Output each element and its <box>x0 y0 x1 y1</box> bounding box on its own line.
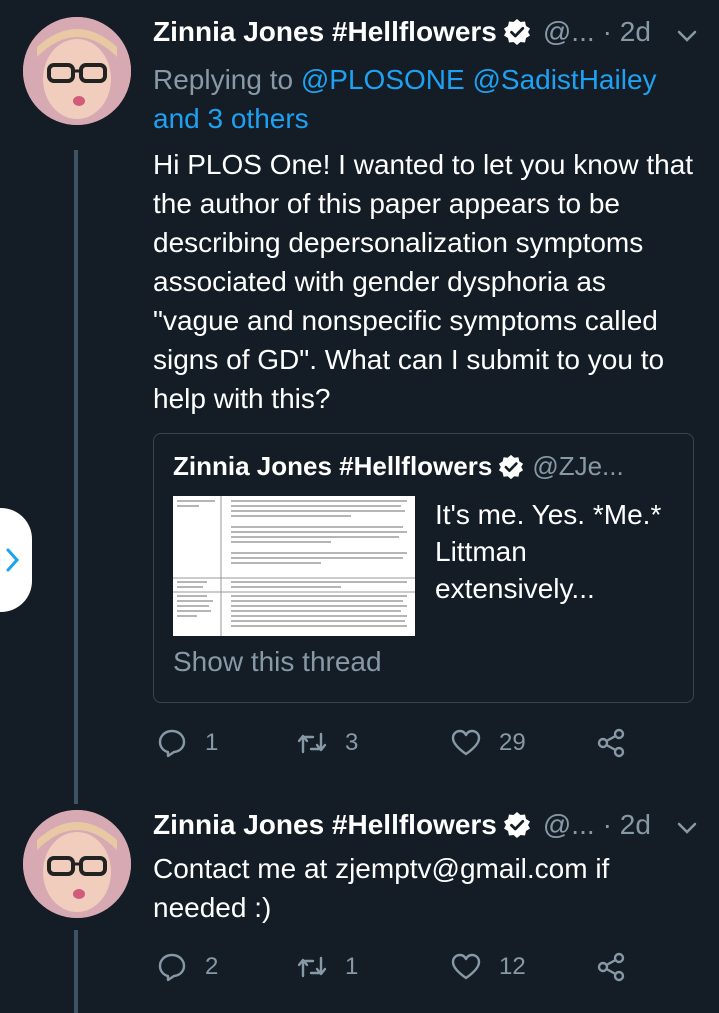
display-name[interactable]: Zinnia Jones #Hellflowers <box>153 809 497 841</box>
verified-icon <box>503 19 530 45</box>
avatar[interactable] <box>23 810 131 918</box>
show-thread-link[interactable]: Show this thread <box>173 646 382 678</box>
side-expand-tab[interactable] <box>0 508 32 612</box>
share-icon <box>597 728 625 758</box>
like-icon <box>451 953 481 980</box>
replying-to: Replying to @PLOSONE @SadistHailey and 3… <box>153 60 693 138</box>
tweet-header: Zinnia Jones #Hellflowers @... · 2d <box>153 807 651 843</box>
like-count: 29 <box>499 729 526 756</box>
timestamp[interactable]: · 2d <box>603 16 651 48</box>
verified-icon <box>499 454 524 479</box>
retweet-button[interactable]: 3 <box>297 728 358 758</box>
share-icon <box>597 952 625 982</box>
quoted-display-name: Zinnia Jones #Hellflowers <box>173 451 493 481</box>
like-button[interactable]: 29 <box>451 728 526 758</box>
retweet-icon <box>297 732 327 754</box>
quoted-tweet-header: Zinnia Jones #Hellflowers @ZJe... <box>173 451 624 482</box>
thread-line-bottom <box>74 930 78 1013</box>
chevron-right-icon <box>6 548 20 572</box>
retweet-button[interactable]: 1 <box>297 952 358 982</box>
avatar[interactable] <box>23 17 131 125</box>
like-icon <box>451 729 481 756</box>
mention-plosone[interactable]: @PLOSONE <box>301 64 465 95</box>
like-count: 12 <box>499 953 526 980</box>
reply-button[interactable]: 1 <box>157 728 218 758</box>
reply-count: 2 <box>205 953 219 980</box>
like-button[interactable]: 12 <box>451 952 526 982</box>
tweet-text: Hi PLOS One! I wanted to let you know th… <box>153 149 694 414</box>
quoted-tweet[interactable]: Zinnia Jones #Hellflowers @ZJe... It's m… <box>153 433 694 703</box>
tweet-text: Contact me at zjemptv@gmail.com if neede… <box>153 853 610 923</box>
quoted-image-document[interactable] <box>173 496 415 636</box>
quoted-tweet-text: It's me. Yes. *Me.* Littman extensively.… <box>435 499 662 604</box>
share-button[interactable] <box>596 952 644 982</box>
retweet-count: 1 <box>345 953 359 980</box>
display-name[interactable]: Zinnia Jones #Hellflowers <box>153 16 497 48</box>
replying-to-label: Replying to <box>153 64 294 95</box>
reply-icon <box>158 729 186 758</box>
mention-others[interactable]: and 3 others <box>153 103 309 134</box>
reply-count: 1 <box>205 729 219 756</box>
retweet-icon <box>297 956 327 978</box>
timestamp[interactable]: · 2d <box>603 809 651 841</box>
chevron-down-icon[interactable] <box>676 817 698 839</box>
verified-icon <box>503 812 530 838</box>
reply-button[interactable]: 2 <box>157 952 218 982</box>
handle[interactable]: @... <box>543 809 595 841</box>
mention-sadisthailey[interactable]: @SadistHailey <box>472 64 656 95</box>
thread-line <box>74 150 78 804</box>
handle[interactable]: @... <box>543 16 595 48</box>
quoted-handle: @ZJe... <box>532 451 624 481</box>
share-button[interactable] <box>596 728 644 758</box>
tweet-header: Zinnia Jones #Hellflowers @... · 2d <box>153 14 651 50</box>
reply-icon <box>158 953 186 982</box>
retweet-count: 3 <box>345 729 359 756</box>
document-thumbnail <box>173 496 415 636</box>
chevron-down-icon[interactable] <box>676 25 698 47</box>
